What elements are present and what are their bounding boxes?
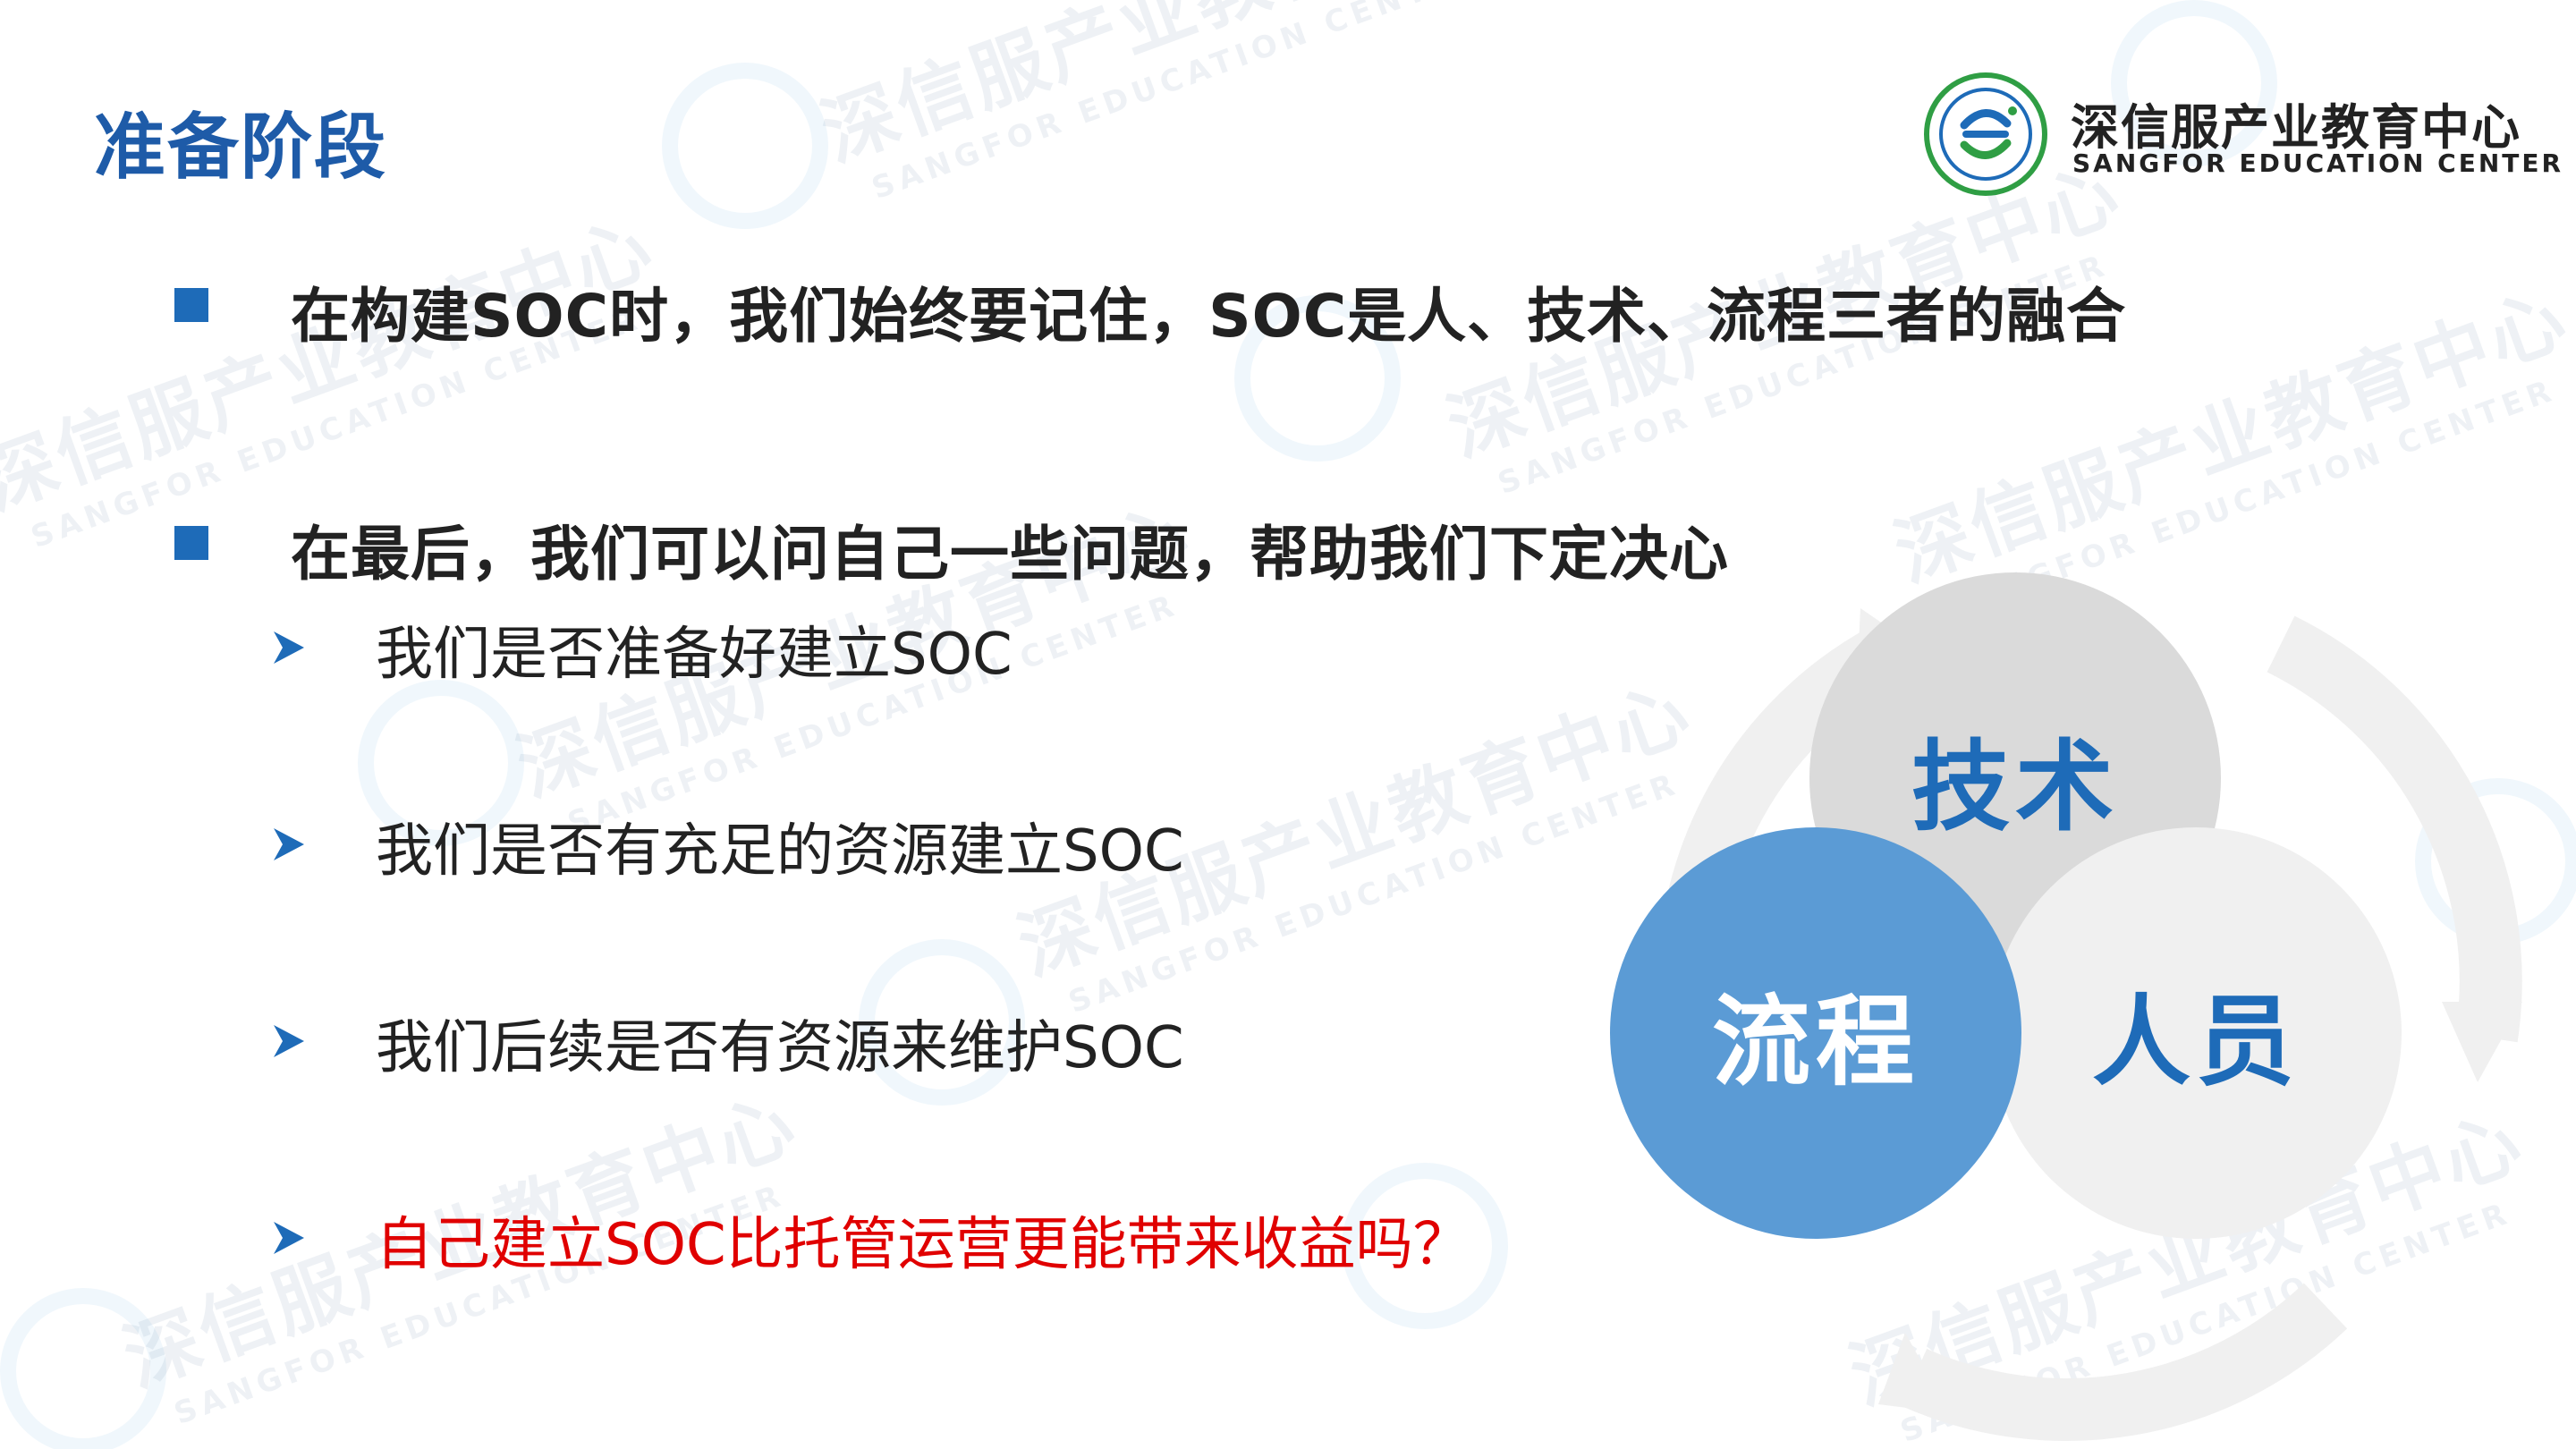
logo-name-en: SANGFOR EDUCATION CENTER [2072,148,2564,178]
arrow-bullet-icon [274,631,304,664]
bullet-square-icon [174,526,208,560]
arrow-bullet-icon [274,1222,304,1254]
process-label: 流程 [1712,985,1919,1099]
watermark-text: 深信服产业教育中心 SANGFOR EDUCATION CENTER [805,0,1520,216]
question-item: 我们是否准备好建立SOC [376,622,1013,688]
sangfor-seal-icon [1924,72,2047,196]
arrow-bullet-icon [274,1025,304,1057]
bullet-square-icon [174,288,208,322]
watermark-seal-icon [662,63,828,229]
slide: 深信服产业教育中心 SANGFOR EDUCATION CENTER 深信服产业教… [0,0,2576,1449]
question-item: 我们后续是否有资源来维护SOC [376,1015,1184,1081]
watermark-cn: 深信服产业教育中心 [810,0,1506,179]
sangfor-logo: 深信服产业教育中心 SANGFOR EDUCATION CENTER [1923,72,2561,197]
watermark-cn: 深信服产业教育中心 [0,202,665,528]
soc-venn-diagram: 技术 人员 流程 [1592,572,2576,1449]
tech-label: 技术 [1911,730,2119,844]
question-item-highlight: 自己建立SOC比托管运营更能带来收益吗？ [376,1212,1470,1278]
question-item: 我们是否有充足的资源建立SOC [376,818,1184,885]
bullet-text: 在最后，我们可以问自己一些问题，帮助我们下定决心 [291,520,1729,589]
bullet-text: 在构建SOC时，我们始终要记住，SOC是人、技术、流程三者的融合 [291,282,2127,351]
watermark-en: SANGFOR EDUCATION CENTER [867,0,1487,208]
people-circle: 人员 [1990,827,2402,1239]
process-circle: 流程 [1610,827,2021,1239]
arrow-bullet-icon [274,828,304,860]
page-title: 准备阶段 [94,106,387,189]
people-label: 人员 [2092,985,2300,1099]
watermark-seal-icon [0,1288,166,1449]
